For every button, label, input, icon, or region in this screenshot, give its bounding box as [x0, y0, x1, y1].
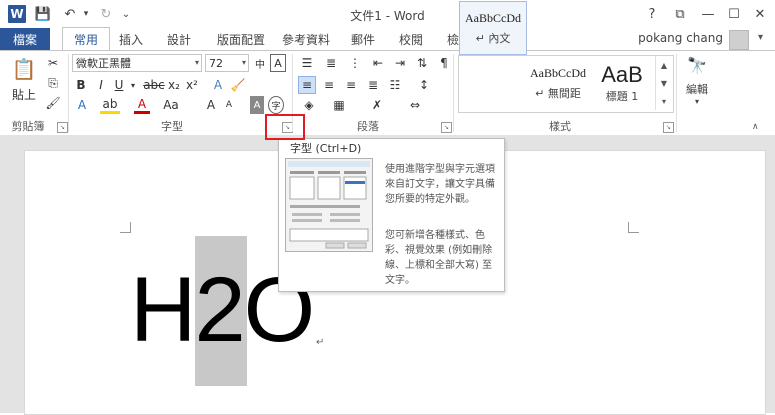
tab-mailings[interactable]: 郵件 [348, 28, 378, 50]
multilevel-list-icon[interactable]: ⋮ [346, 54, 364, 72]
chevron-down-icon: ▾ [694, 97, 699, 106]
tab-home[interactable]: 常用 [62, 27, 110, 50]
tab-references[interactable]: 參考資料 [282, 28, 330, 50]
chevron-down-icon[interactable]: ▾ [242, 58, 246, 67]
show-marks-icon[interactable]: ¶ [436, 54, 452, 72]
cut-icon[interactable]: ✂ [44, 54, 62, 72]
style-no-spacing[interactable]: AaBbCcDd ↵ 無間距 [528, 56, 588, 110]
group-divider [453, 54, 454, 132]
font-group-label: 字型 [161, 120, 183, 133]
tab-insert[interactable]: 插入 [116, 28, 146, 50]
clipboard-launcher-icon[interactable]: ↘ [57, 122, 68, 133]
tab-design[interactable]: 設計 [164, 28, 194, 50]
align-right-icon[interactable]: ≡ [342, 76, 360, 94]
tab-layout[interactable]: 版面配置 [212, 28, 270, 50]
line-spacing-icon[interactable]: ↕ [414, 76, 434, 94]
editing-label: 編輯 [686, 83, 708, 96]
italic-button[interactable]: I [94, 76, 108, 94]
chinese-layout-icon[interactable]: ✗ [366, 96, 388, 114]
dialog-thumbnail-icon [288, 161, 370, 249]
group-divider [68, 54, 69, 132]
copy-icon[interactable]: ⎘ [44, 74, 62, 92]
highlight-annotation [265, 114, 305, 140]
avatar[interactable] [729, 30, 749, 50]
style-normal[interactable]: AaBbCcDd ↵ 內文 [459, 1, 527, 55]
ribbon-display-options-button[interactable]: ⧉ [668, 4, 692, 24]
decrease-indent-icon[interactable]: ⇤ [370, 54, 386, 72]
styles-group-label: 樣式 [549, 120, 571, 133]
style-heading-1[interactable]: AaB 標題 1 [592, 56, 652, 110]
chevron-down-icon[interactable]: ▾ [758, 32, 763, 43]
font-name-input[interactable]: 微軟正黑體 ▾ [72, 54, 202, 72]
binoculars-icon: 🔭 [687, 56, 707, 75]
editing-button[interactable]: 🔭 編輯 ▾ [682, 56, 712, 112]
bullets-icon[interactable]: ☰ [298, 54, 316, 72]
justify-icon[interactable]: ≣ [364, 76, 382, 94]
asian-typography-icon[interactable]: ⇔ [404, 96, 426, 114]
tooltip-description: 您可新增各種樣式、色彩、視覺效果 (例如刪除線、上標和全部大寫) 至文字。 [385, 230, 493, 286]
tooltip-description: 使用進階字型與字元選項來自訂文字，讓文字具備您所要的特定外觀。 [385, 164, 495, 205]
text-effects-icon[interactable]: A [210, 76, 226, 94]
shrink-font-button[interactable]: A [222, 96, 236, 114]
style-sample: AaB [601, 62, 643, 87]
strikethrough-button[interactable]: abc [142, 76, 166, 94]
tab-review[interactable]: 校閱 [396, 28, 426, 50]
paragraph-group-label: 段落 [357, 120, 379, 133]
crop-mark [628, 222, 639, 233]
more-icon[interactable]: ▾ [662, 97, 666, 106]
phonetic-guide-icon[interactable]: 中 [252, 54, 268, 72]
format-painter-icon[interactable]: 🖌 [44, 94, 62, 112]
text-effects-dropdown-icon[interactable]: A [74, 96, 90, 114]
style-name: ↵ 無間距 [535, 86, 581, 100]
bold-button[interactable]: B [74, 76, 88, 94]
chevron-down-icon[interactable]: ▾ [128, 76, 138, 94]
paragraph-mark: ↵ [316, 337, 325, 348]
increase-indent-icon[interactable]: ⇥ [392, 54, 408, 72]
align-left-icon[interactable]: ≡ [298, 76, 316, 94]
group-divider [676, 54, 677, 132]
chevron-down-icon[interactable]: ▾ [195, 58, 199, 67]
collapse-ribbon-icon[interactable]: ∧ [752, 122, 759, 132]
styles-launcher-icon[interactable]: ↘ [663, 122, 674, 133]
chevron-down-icon[interactable]: ▼ [661, 79, 667, 88]
paste-icon[interactable]: 📋 [10, 56, 38, 82]
maximize-button[interactable]: ☐ [722, 4, 746, 24]
tooltip-title: 字型 (Ctrl+D) [290, 142, 362, 155]
help-button[interactable]: ? [640, 4, 664, 24]
change-case-button[interactable]: Aa [160, 96, 182, 114]
user-name[interactable]: pokang chang [638, 31, 723, 45]
font-color-button[interactable]: A [134, 96, 150, 114]
underline-button[interactable]: U [112, 76, 126, 94]
clipboard-group-label: 剪貼簿 [11, 120, 45, 133]
clear-formatting-icon[interactable]: 🧹 [230, 76, 246, 94]
close-button[interactable]: ✕ [748, 4, 772, 24]
highlight-color-icon[interactable]: ab [100, 96, 120, 114]
paste-button[interactable]: 貼上 [12, 86, 36, 103]
subscript-button[interactable]: x₂ [166, 76, 182, 94]
borders-icon[interactable]: ▦ [328, 96, 350, 114]
crop-mark [120, 222, 131, 233]
shading-icon[interactable]: ◈ [298, 96, 320, 114]
distributed-icon[interactable]: ☷ [386, 76, 404, 94]
tab-file[interactable]: 檔案 [0, 28, 50, 50]
style-name: 標題 1 [605, 90, 639, 103]
style-sample: AaBbCcDd [530, 65, 586, 80]
gallery-scroll[interactable]: ▲ ▼ ▾ [655, 56, 672, 110]
font-size-input[interactable]: 72 ▾ [205, 54, 249, 72]
chevron-up-icon[interactable]: ▲ [661, 61, 667, 70]
enclose-characters-icon[interactable]: 字 [268, 96, 284, 114]
style-name: ↵ 內文 [475, 31, 511, 45]
minimize-button[interactable]: — [696, 4, 720, 24]
grow-font-button[interactable]: A [204, 96, 218, 114]
sort-icon[interactable]: ⇅ [414, 54, 430, 72]
font-dialog-preview [285, 158, 373, 252]
character-border-icon[interactable]: A [270, 54, 286, 72]
align-center-icon[interactable]: ≡ [320, 76, 338, 94]
superscript-button[interactable]: x² [184, 76, 200, 94]
paragraph-launcher-icon[interactable]: ↘ [441, 122, 452, 133]
style-sample: AaBbCcDd [465, 10, 521, 25]
numbering-icon[interactable]: ≣ [322, 54, 340, 72]
character-shading-icon[interactable]: A [250, 96, 264, 114]
